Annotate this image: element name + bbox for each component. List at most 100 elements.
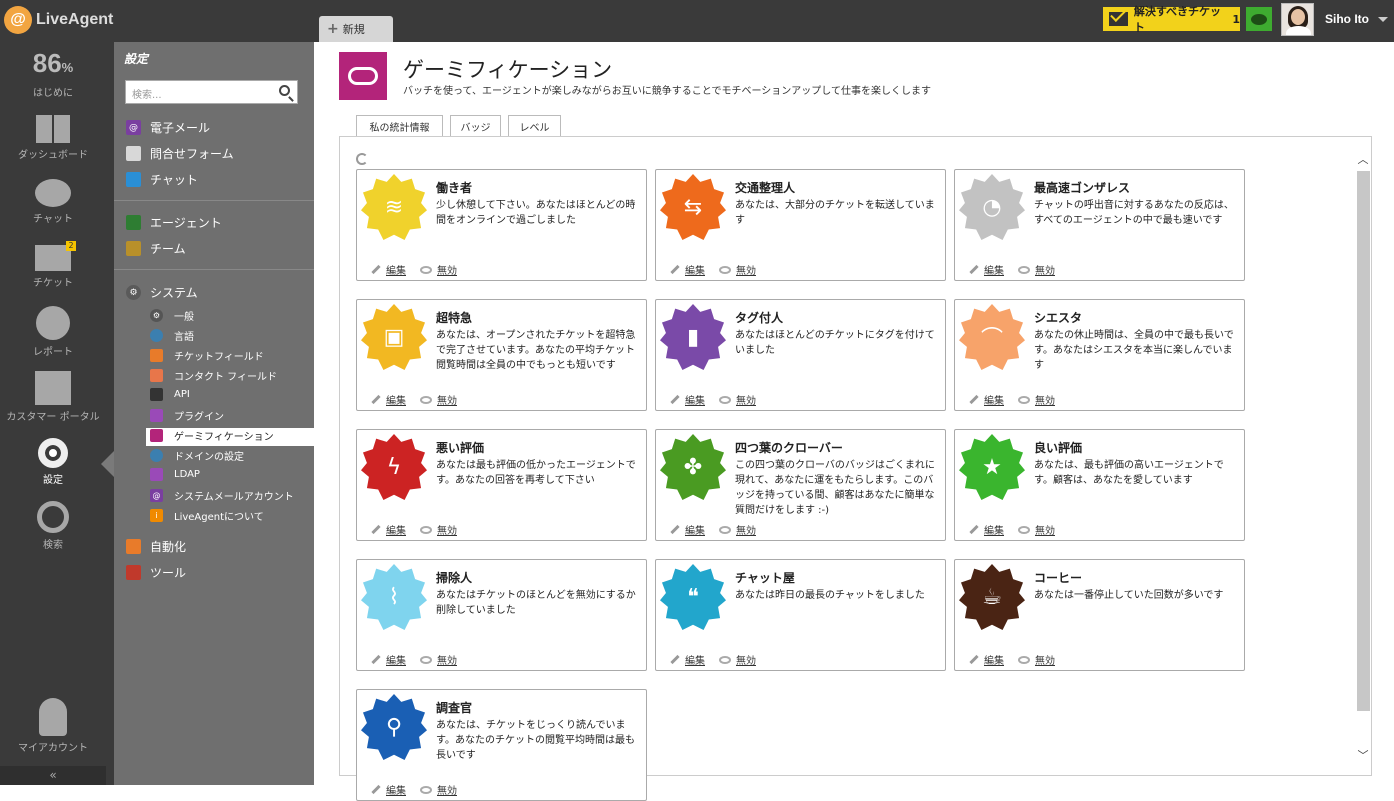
sidebar-subitem-gamification[interactable]: ゲーミフィケーション <box>150 428 274 443</box>
liveagent-logo[interactable]: @ LiveAgent <box>4 6 113 34</box>
sidebar-item-automation[interactable]: 自動化 <box>126 538 186 555</box>
disable-link[interactable]: 無効 <box>1035 392 1055 407</box>
edit-link[interactable]: 編集 <box>984 392 1004 407</box>
brush-icon: ⌇ <box>388 584 400 610</box>
sidebar-subitem-ticket-fields[interactable]: チケットフィールド <box>150 348 264 363</box>
sidebar-subitem-general[interactable]: ⚙ 一般 <box>150 308 194 323</box>
nav-reports-label: レポート <box>33 347 73 358</box>
disable-link[interactable]: 無効 <box>437 392 457 407</box>
progress-indicator[interactable]: 86% <box>0 48 106 79</box>
sidebar-item-teams[interactable]: チーム <box>126 240 186 257</box>
avatar-face <box>1291 9 1305 25</box>
disable-link[interactable]: 無効 <box>437 652 457 667</box>
edit-link[interactable]: 編集 <box>386 262 406 277</box>
nav-reports[interactable]: レポート <box>0 306 106 358</box>
user-name[interactable]: Siho Ito <box>1325 12 1369 26</box>
sidebar-subitem-ldap[interactable]: LDAP <box>150 468 200 481</box>
nav-chat[interactable]: チャット <box>0 179 106 225</box>
pie-chart-icon <box>36 306 70 340</box>
disable-link[interactable]: 無効 <box>437 782 457 797</box>
scroll-up-icon[interactable]: ︿ <box>1357 151 1369 166</box>
edit-link[interactable]: 編集 <box>386 782 406 797</box>
scrollbar[interactable]: ︿ ﹀ <box>1355 151 1372 771</box>
badge-actions: 編集 無効 <box>371 652 457 667</box>
nav-my-account[interactable]: マイアカウント <box>0 698 106 754</box>
sidebar-subitem-system-mail[interactable]: @ システムメールアカウント <box>150 488 294 503</box>
edit-link[interactable]: 編集 <box>685 522 705 537</box>
nav-tickets[interactable]: チケット 2 <box>0 241 106 289</box>
sidebar-subitem-label: 一般 <box>174 312 194 323</box>
badge-description: この四つ葉のクローバのバッジはごくまれに現れて、あなたに運をもたらします。このバ… <box>735 460 935 516</box>
sidebar-subitem-domain[interactable]: ドメインの設定 <box>150 448 244 463</box>
refresh-icon[interactable] <box>356 153 368 165</box>
tab-badges[interactable]: バッジ <box>450 115 501 137</box>
edit-link[interactable]: 編集 <box>984 652 1004 667</box>
disable-link[interactable]: 無効 <box>1035 652 1055 667</box>
open-tickets-button[interactable]: 解決すべきチケット 1 <box>1103 5 1240 34</box>
edit-link[interactable]: 編集 <box>386 522 406 537</box>
edit-link[interactable]: 編集 <box>386 652 406 667</box>
search-icon[interactable] <box>279 85 290 96</box>
chat-status-button[interactable] <box>1246 7 1272 31</box>
badge-image: ▮ <box>660 304 726 370</box>
badge-card: ◔ 最高速ゴンザレス チャットの呼出音に対するあなたの反応は、すべてのエージェントの… <box>954 169 1245 281</box>
badge-image: ≋ <box>361 174 427 240</box>
sidebar-subitem-language[interactable]: 言語 <box>150 328 194 343</box>
pencil-icon <box>969 524 979 535</box>
edit-link[interactable]: 編集 <box>984 522 1004 537</box>
collapse-button[interactable]: « <box>0 766 106 785</box>
tab-my-stats[interactable]: 私の統計情報 <box>356 115 443 137</box>
badge-title: タグ付人 <box>735 311 784 325</box>
sidebar-subitem-plugins[interactable]: プラグイン <box>150 408 224 423</box>
sidebar-item-email[interactable]: @ 電子メール <box>126 119 210 136</box>
tab-levels[interactable]: レベル <box>508 115 561 137</box>
envelope-icon <box>1109 12 1128 26</box>
sidebar-subitem-api[interactable]: API <box>150 388 190 401</box>
sidebar-subitem-contact-fields[interactable]: コンタクト フィールド <box>150 368 277 383</box>
chevron-down-icon[interactable] <box>1378 17 1388 22</box>
badge-actions: 編集 無効 <box>371 262 457 277</box>
edit-link[interactable]: 編集 <box>984 262 1004 277</box>
nav-dashboard[interactable]: ダッシュボード <box>0 115 106 161</box>
disable-link[interactable]: 無効 <box>437 522 457 537</box>
badge-title: 良い評価 <box>1034 441 1083 455</box>
disable-link[interactable]: 無効 <box>437 262 457 277</box>
scrollbar-thumb[interactable] <box>1357 171 1370 711</box>
pencil-icon <box>371 784 381 795</box>
nav-settings[interactable]: 設定 <box>0 438 106 486</box>
globe-icon <box>150 449 163 462</box>
at-icon: @ <box>150 489 163 502</box>
sidebar-search-input[interactable]: 検索... <box>125 80 298 104</box>
disable-link[interactable]: 無効 <box>736 652 756 667</box>
logo-icon: @ <box>4 6 32 34</box>
disable-link[interactable]: 無効 <box>1035 522 1055 537</box>
badge-actions: 編集 無効 <box>969 392 1055 407</box>
user-avatar[interactable] <box>1281 3 1314 36</box>
search-icon <box>37 501 69 533</box>
nav-search[interactable]: 検索 <box>0 501 106 551</box>
new-tab-button[interactable]: + 新規 <box>319 16 393 42</box>
sidebar-item-chat[interactable]: チャット <box>126 171 198 188</box>
scroll-down-icon[interactable]: ﹀ <box>1357 747 1369 762</box>
edit-link[interactable]: 編集 <box>386 392 406 407</box>
disable-link[interactable]: 無効 <box>736 392 756 407</box>
sidebar-item-tools[interactable]: ツール <box>126 564 186 581</box>
badge-description: あなたは、大部分のチケットを転送しています <box>735 200 935 226</box>
edit-link[interactable]: 編集 <box>685 262 705 277</box>
sidebar-item-contact-form[interactable]: 問合せフォーム <box>126 145 234 162</box>
disable-link[interactable]: 無効 <box>736 522 756 537</box>
badge-actions: 編集 無効 <box>670 262 756 277</box>
sidebar-item-system[interactable]: ⚙ システム <box>126 284 198 301</box>
sidebar-item-agents[interactable]: エージェント <box>126 214 222 231</box>
nav-customer-portal[interactable]: カスタマー ポータル <box>0 371 106 423</box>
disable-link[interactable]: 無効 <box>1035 262 1055 277</box>
badge-card: ⌇ 掃除人 あなたはチケットのほとんどを無効にするか削除していました 編集 無効 <box>356 559 647 671</box>
nav-settings-label: 設定 <box>43 475 63 486</box>
disable-link[interactable]: 無効 <box>736 262 756 277</box>
puzzle-icon <box>150 468 163 481</box>
edit-link[interactable]: 編集 <box>685 652 705 667</box>
badge-actions: 編集 無効 <box>371 522 457 537</box>
edit-link[interactable]: 編集 <box>685 392 705 407</box>
sidebar-subitem-about[interactable]: i LiveAgentについて <box>150 508 264 523</box>
pencil-icon <box>670 264 680 275</box>
